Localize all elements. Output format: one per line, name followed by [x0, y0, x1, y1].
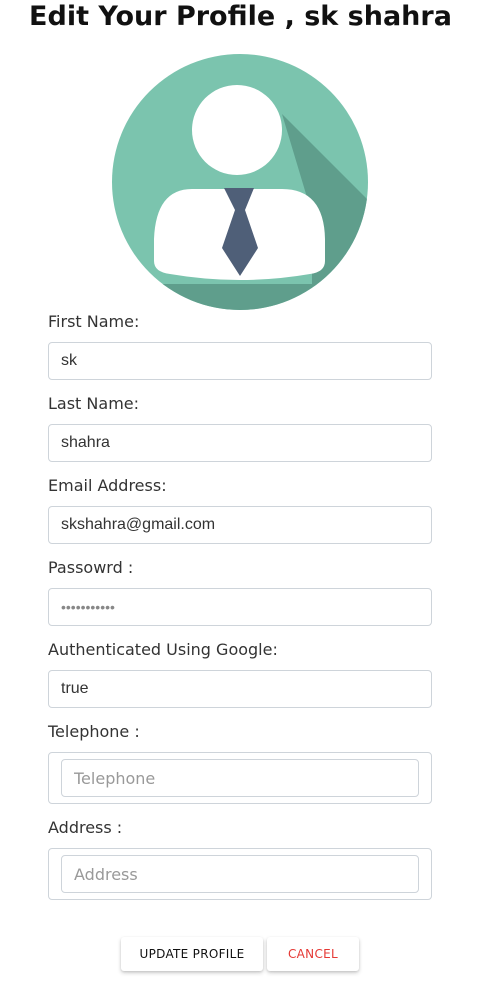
google-auth-label: Authenticated Using Google: [48, 640, 278, 659]
telephone-field-wrapper [48, 752, 432, 804]
google-auth-input[interactable] [48, 670, 432, 708]
telephone-input[interactable] [61, 759, 419, 797]
user-avatar-icon [112, 54, 368, 310]
address-label: Address : [48, 818, 123, 837]
email-label: Email Address: [48, 476, 167, 495]
address-input[interactable] [61, 855, 419, 893]
cancel-button[interactable]: CANCEL [267, 937, 359, 971]
first-name-label: First Name: [48, 312, 140, 331]
first-name-input[interactable] [48, 342, 432, 380]
password-label: Passowrd : [48, 558, 134, 577]
email-input[interactable] [48, 506, 432, 544]
page-title: Edit Your Profile , sk shahra [29, 1, 452, 32]
last-name-input[interactable] [48, 424, 432, 462]
password-input[interactable] [48, 588, 432, 626]
address-field-wrapper [48, 848, 432, 900]
telephone-label: Telephone : [48, 722, 140, 741]
last-name-label: Last Name: [48, 394, 140, 413]
update-profile-button[interactable]: UPDATE PROFILE [121, 937, 263, 971]
